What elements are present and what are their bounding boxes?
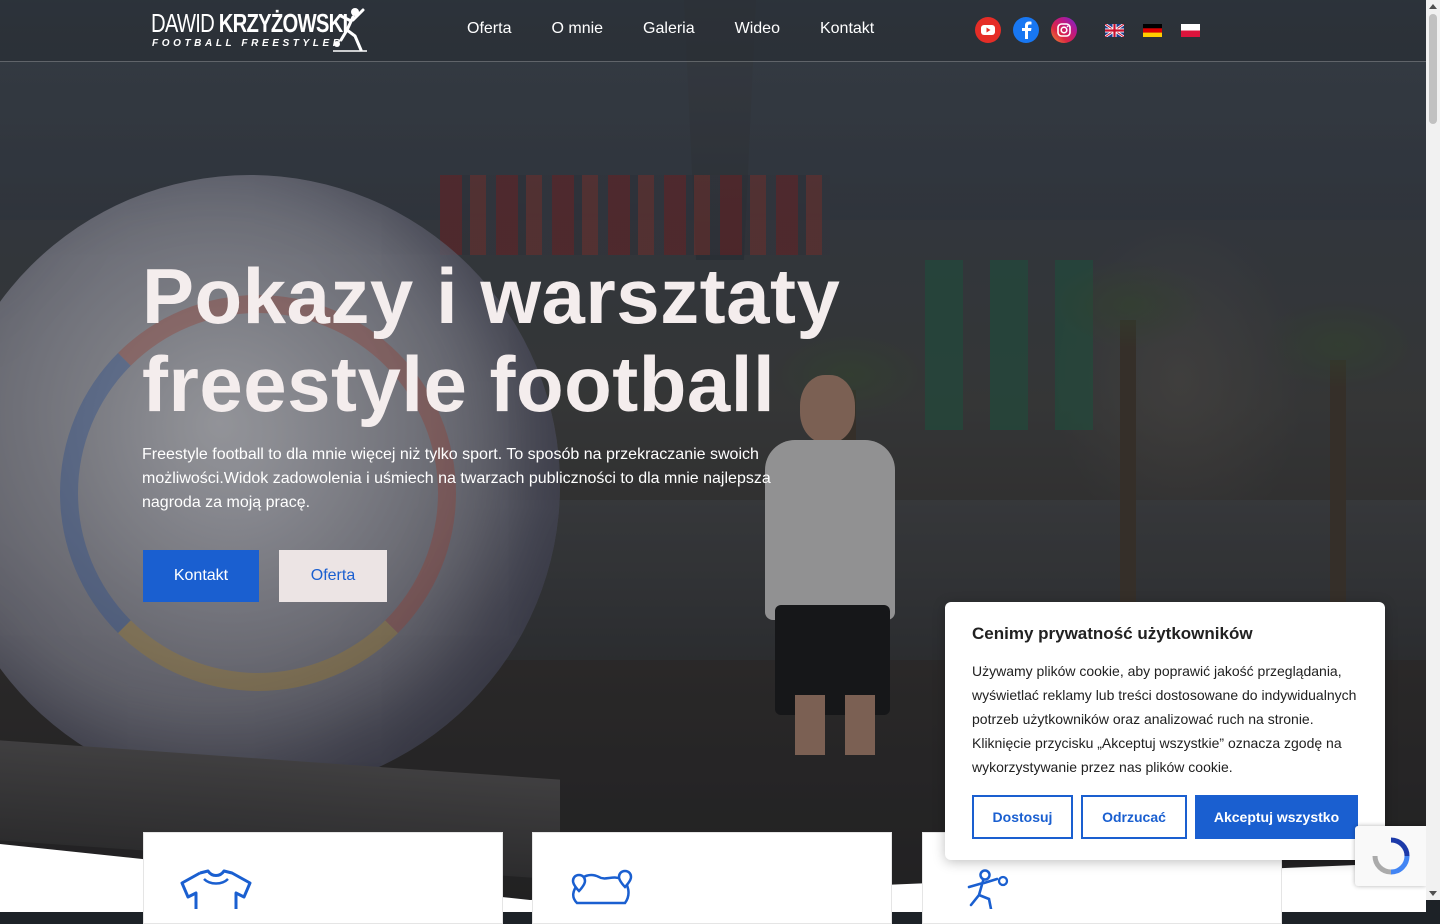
- nav-oferta[interactable]: Oferta: [467, 20, 511, 38]
- youtube-icon[interactable]: [975, 17, 1001, 43]
- page-scrollbar[interactable]: [1426, 0, 1440, 900]
- cookie-customize-button[interactable]: Dostosuj: [972, 795, 1073, 839]
- german-flag-icon[interactable]: [1143, 24, 1162, 37]
- hero-lead: Freestyle football to dla mnie więcej ni…: [142, 446, 771, 511]
- hero-title-line1: Pokazy i warsztaty: [142, 252, 841, 340]
- english-flag-icon[interactable]: [1104, 22, 1125, 39]
- scroll-up-arrow-icon[interactable]: [1429, 4, 1437, 9]
- kontakt-button[interactable]: Kontakt: [143, 550, 259, 602]
- logo-first-name: DAWID: [151, 8, 219, 38]
- language-switcher: [1104, 22, 1219, 39]
- nav-galeria[interactable]: Galeria: [643, 20, 695, 38]
- feature-card: [143, 832, 503, 924]
- polish-flag-icon[interactable]: [1181, 24, 1200, 37]
- cookie-title: Cenimy prywatność użytkowników: [972, 624, 1253, 643]
- cookie-accept-button[interactable]: Akceptuj wszystko: [1195, 795, 1358, 839]
- instagram-icon[interactable]: [1051, 17, 1077, 43]
- hero-title-line2: freestyle football: [142, 340, 776, 428]
- nav-wideo[interactable]: Wideo: [735, 20, 780, 38]
- main-nav: Oferta O mnie Galeria Wideo Kontakt: [467, 20, 914, 38]
- cookie-consent-dialog: Cenimy prywatność użytkowników Używamy p…: [945, 602, 1385, 860]
- facebook-icon[interactable]: [1013, 17, 1039, 43]
- logo-tagline: FOOTBALL FREESTYLER: [152, 38, 344, 49]
- cookie-reject-button[interactable]: Odrzucać: [1081, 795, 1187, 839]
- nav-o-mnie[interactable]: O mnie: [551, 20, 603, 38]
- site-header: DAWID KRZYŻOWSKI FOOTBALL FREESTYLER Ofe…: [0, 0, 1426, 62]
- recaptcha-badge[interactable]: [1355, 826, 1426, 886]
- recaptcha-icon: [1372, 837, 1410, 875]
- world-map-pin-icon: [571, 869, 633, 905]
- feature-card: [532, 832, 892, 924]
- site-logo[interactable]: DAWID KRZYŻOWSKI FOOTBALL FREESTYLER: [151, 8, 367, 54]
- scroll-down-arrow-icon[interactable]: [1429, 891, 1437, 896]
- nav-kontakt[interactable]: Kontakt: [820, 20, 874, 38]
- cookie-text: Używamy plików cookie, aby poprawić jako…: [972, 663, 1357, 775]
- scrollbar-thumb[interactable]: [1429, 14, 1437, 124]
- logo-last-name: KRZYŻOWSKI: [218, 8, 348, 38]
- hero-title: Pokazy i warsztaty freestyle football: [142, 252, 862, 428]
- social-links: [975, 17, 1089, 43]
- freestyler-icon: [967, 869, 1009, 909]
- logo-player-icon: [333, 8, 367, 52]
- jersey-icon: [180, 869, 252, 909]
- oferta-button[interactable]: Oferta: [279, 550, 387, 602]
